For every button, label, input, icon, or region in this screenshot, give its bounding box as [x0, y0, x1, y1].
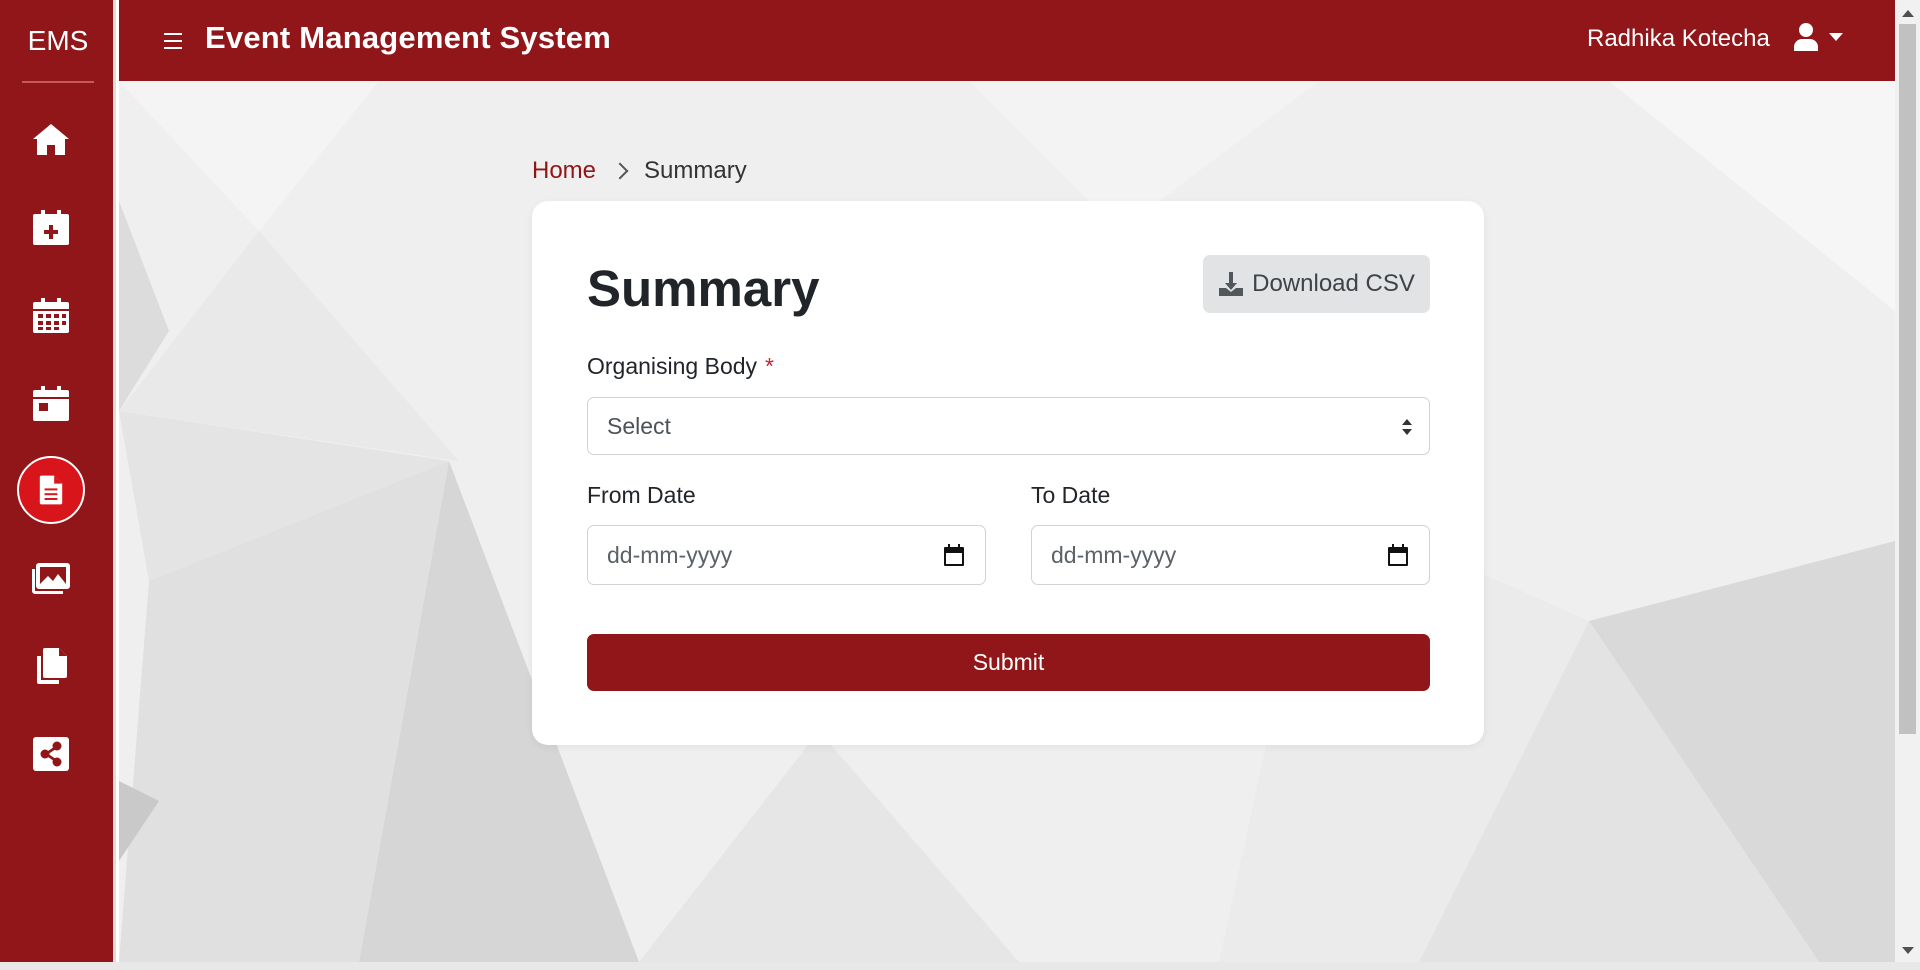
download-csv-button[interactable]: Download CSV — [1203, 255, 1430, 313]
sidebar-item-add-event[interactable] — [17, 193, 85, 261]
organising-body-select[interactable]: Select — [587, 397, 1430, 455]
organising-body-label: Organising Body * — [587, 353, 774, 379]
breadcrumb-home-link[interactable]: Home — [532, 157, 596, 185]
calendar-day-icon — [33, 386, 69, 421]
sidebar: EMS — [0, 0, 116, 962]
breadcrumb: Home Summary — [532, 157, 747, 185]
home-icon — [33, 124, 69, 155]
sidebar-item-share[interactable] — [17, 720, 85, 788]
sidebar-item-home[interactable] — [17, 105, 85, 173]
sidebar-item-gallery[interactable] — [17, 544, 85, 612]
brand-logo[interactable]: EMS — [0, 0, 116, 82]
user-icon — [1794, 23, 1818, 51]
to-date-input[interactable]: dd-mm-yyyy — [1031, 525, 1430, 585]
chevron-down-icon — [1829, 33, 1843, 41]
sidebar-item-summary[interactable] — [17, 456, 85, 524]
top-navbar: Event Management System Radhika Kotecha — [119, 0, 1895, 81]
to-date-label: To Date — [1031, 482, 1111, 508]
document-icon — [39, 475, 63, 505]
chevron-right-icon — [611, 162, 629, 180]
organising-body-value: Select — [607, 413, 671, 439]
calendar-icon[interactable] — [1387, 543, 1409, 567]
summary-form-card: Summary Download CSV Organising Body * Se… — [532, 201, 1484, 745]
window-bottom-edge — [0, 962, 1920, 970]
menu-toggle-icon[interactable] — [164, 26, 188, 56]
main-content: Home Summary Summary Download CSV Organi… — [119, 81, 1895, 962]
sidebar-item-reports[interactable] — [17, 632, 85, 700]
scroll-up-arrow-icon[interactable] — [1902, 10, 1914, 17]
submit-button[interactable]: Submit — [587, 634, 1430, 691]
scroll-thumb[interactable] — [1899, 24, 1916, 734]
copy-icon — [37, 648, 67, 684]
share-icon — [33, 737, 69, 771]
sidebar-item-calendar[interactable] — [17, 281, 85, 349]
calendar-icon[interactable] — [943, 543, 965, 567]
download-icon — [1219, 272, 1244, 296]
app-title: Event Management System — [205, 20, 612, 55]
from-date-label: From Date — [587, 482, 696, 508]
calendar-plus-icon — [33, 210, 69, 245]
sidebar-item-events[interactable] — [17, 369, 85, 437]
breadcrumb-current: Summary — [644, 157, 747, 184]
calendar-grid-icon — [33, 298, 69, 333]
user-menu-dropdown[interactable] — [1793, 22, 1843, 52]
vertical-scrollbar[interactable] — [1895, 0, 1920, 962]
select-arrows-icon — [1402, 419, 1412, 435]
scroll-down-arrow-icon[interactable] — [1902, 947, 1914, 954]
from-date-input[interactable]: dd-mm-yyyy — [587, 525, 986, 585]
images-icon — [32, 563, 70, 594]
user-name: Radhika Kotecha — [1587, 25, 1770, 52]
brand-divider — [22, 81, 94, 83]
from-date-placeholder: dd-mm-yyyy — [607, 542, 733, 568]
to-date-placeholder: dd-mm-yyyy — [1051, 542, 1177, 568]
page-title: Summary — [587, 260, 820, 317]
required-marker: * — [765, 353, 774, 379]
download-csv-label: Download CSV — [1252, 270, 1415, 297]
